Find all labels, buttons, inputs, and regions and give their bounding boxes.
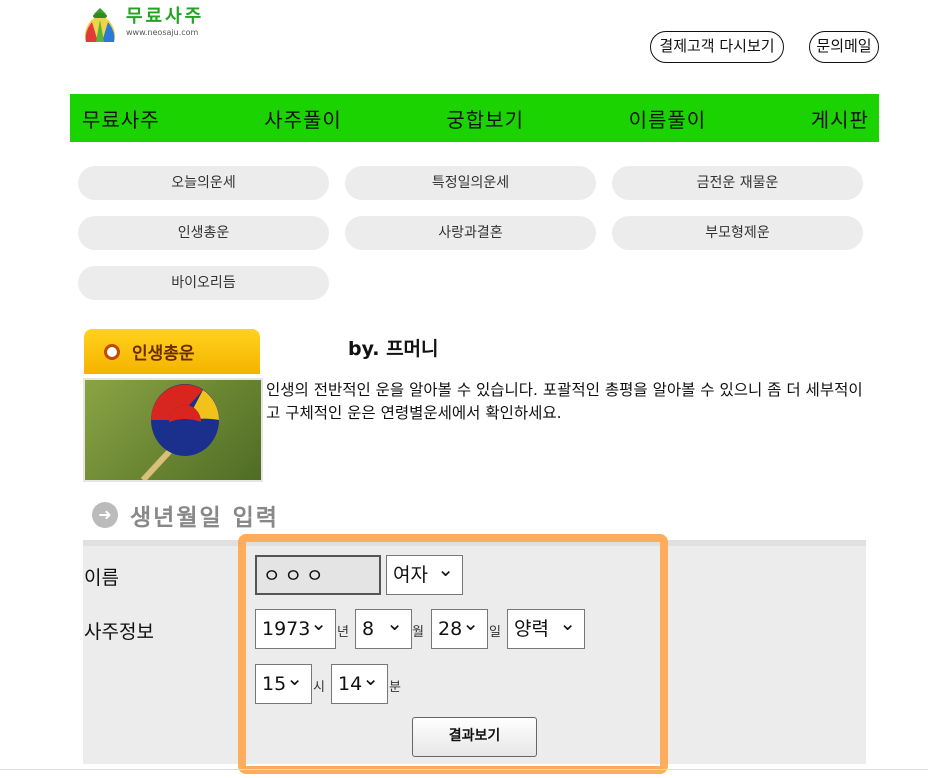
submenu-family-luck[interactable]: 부모형제운: [612, 216, 863, 250]
contact-link[interactable]: 문의메일: [809, 31, 879, 63]
site-logo[interactable]: 무료사주 www.neosaju.com: [80, 6, 204, 44]
main-nav: 무료사주 사주풀이 궁합보기 이름풀이 게시판: [70, 94, 879, 142]
birth-heading-text: 생년월일 입력: [130, 505, 279, 531]
byline: by. 프머니: [348, 338, 439, 360]
logo-title: 무료사주: [126, 6, 205, 27]
nav-item-free-saju[interactable]: 무료사주: [82, 104, 160, 133]
submenu-biorhythm[interactable]: 바이오리듬: [78, 266, 329, 300]
arrow-right-icon: ➜: [92, 502, 118, 528]
saju-info-label: 사주정보: [84, 621, 154, 643]
logo-url: www.neosaju.com: [126, 28, 199, 37]
section-tab-label: 인생총운: [132, 344, 195, 364]
nav-item-compatibility[interactable]: 궁합보기: [446, 104, 524, 133]
lucky-bag-icon: [80, 6, 120, 44]
section-tab: 인생총운: [84, 329, 260, 374]
submenu-specific-day[interactable]: 특정일의운세: [345, 166, 596, 200]
nav-item-saju-reading[interactable]: 사주풀이: [264, 104, 342, 133]
submenu-today-fortune[interactable]: 오늘의운세: [78, 166, 329, 200]
divider: [0, 769, 928, 770]
reorder-link[interactable]: 결제고객 다시보기: [650, 31, 784, 63]
nav-item-name-reading[interactable]: 이름풀이: [629, 104, 707, 133]
submenu-life-fortune[interactable]: 인생총운: [78, 216, 329, 250]
submenu-love-marriage[interactable]: 사랑과결혼: [345, 216, 596, 250]
highlight-box: [238, 534, 668, 774]
nav-item-board[interactable]: 게시판: [811, 104, 869, 133]
birth-heading: ➜ 생년월일 입력: [92, 498, 279, 532]
submenu-money-luck[interactable]: 금전운 재물운: [612, 166, 863, 200]
section-description: 인생의 전반적인 운을 알아볼 수 있습니다. 포괄적인 총평을 알아볼 수 있…: [266, 381, 863, 422]
circle-bullet-icon: [104, 343, 120, 360]
name-label: 이름: [84, 567, 119, 589]
taeguk-fan-image: [83, 378, 263, 482]
